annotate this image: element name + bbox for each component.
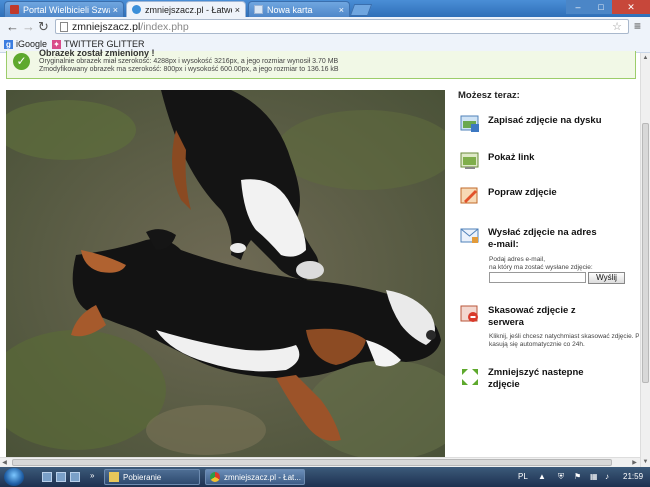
dogs-photo-image: [6, 90, 445, 457]
notice-modified-size: Zmodyfikowany obrazek ma szerokość: 800p…: [39, 66, 339, 73]
notice-original-size: Oryginalnie obrazek miał szerokość: 4288…: [39, 58, 339, 65]
save-photo-icon: [460, 115, 480, 133]
scroll-down-icon[interactable]: ▼: [641, 457, 650, 467]
tray-volume-icon[interactable]: ♪: [605, 472, 609, 481]
scroll-up-icon[interactable]: ▲: [641, 53, 650, 63]
horizontal-scroll-thumb[interactable]: [12, 459, 612, 466]
quicklaunch-desktop-icon[interactable]: [42, 472, 52, 482]
tab-title: Nowa karta: [267, 4, 313, 15]
fix-photo-action[interactable]: Popraw zdjęcie: [460, 187, 557, 205]
bookmark-star-icon[interactable]: ☆: [612, 20, 622, 33]
quicklaunch-more-icon[interactable]: »: [90, 471, 94, 480]
show-link-label[interactable]: Pokaż link: [488, 152, 534, 164]
tray-expand-icon[interactable]: ▲: [538, 472, 546, 481]
vertical-scrollbar[interactable]: ▲ ▼: [640, 53, 650, 467]
tray-flag-icon[interactable]: ⚑: [574, 472, 581, 481]
tab-close-icon[interactable]: ×: [113, 5, 118, 15]
vertical-scroll-thumb[interactable]: [642, 123, 649, 383]
save-photo-label[interactable]: Zapisać zdjęcie na dysku: [488, 115, 602, 127]
taskbar-chrome[interactable]: zmniejszacz.pl - Łat...: [205, 469, 305, 485]
start-button-icon[interactable]: [4, 468, 24, 486]
send-email-label-1[interactable]: Wysłać zdjęcie na adres: [488, 227, 597, 239]
quicklaunch-media-icon[interactable]: [70, 472, 80, 482]
notice-title: Obrazek został zmieniony !: [39, 48, 155, 58]
tray-security-icon[interactable]: ⛨: [558, 472, 564, 482]
page-icon: [60, 21, 68, 32]
taskbar-pobieranie[interactable]: Pobieranie: [104, 469, 200, 485]
quicklaunch-explorer-icon[interactable]: [56, 472, 66, 482]
tray-network-icon[interactable]: ▦: [590, 472, 598, 481]
chrome-icon: [210, 472, 220, 482]
reload-icon[interactable]: ↻: [38, 20, 49, 34]
send-email-action[interactable]: Wysłać zdjęcie na adres e-mail:: [460, 227, 597, 251]
task-label: Pobieranie: [123, 472, 162, 482]
delete-photo-label-1[interactable]: Skasować zdjęcie z: [488, 305, 576, 317]
fix-photo-icon: [460, 187, 480, 205]
windows-taskbar: » Pobieranie zmniejszacz.pl - Łat... PL …: [0, 467, 650, 487]
email-hint-2: na który ma zostać wysłane zdjęcie:: [489, 264, 593, 271]
delete-photo-label-2[interactable]: serwera: [488, 317, 576, 329]
tab-favicon-icon: [254, 5, 263, 14]
success-notice: ✓ Obrazek został zmieniony ! Oryginalnie…: [6, 48, 636, 79]
google-icon: g: [4, 39, 13, 49]
tab-nowa-karta[interactable]: Nowa karta ×: [248, 1, 350, 17]
tab-close-icon[interactable]: ×: [339, 5, 344, 15]
clock[interactable]: 21:59: [623, 472, 643, 481]
email-hint-1: Podaj adres e-mail,: [489, 256, 545, 263]
tab-portal-wielbicieli[interactable]: Portal Wielbicieli Szwajca ×: [4, 1, 124, 17]
panel-title: Możesz teraz:: [458, 90, 520, 101]
maximize-icon[interactable]: □: [590, 0, 612, 14]
email-address-input[interactable]: [489, 272, 586, 283]
url-path: /index.php: [140, 20, 189, 33]
fix-photo-label[interactable]: Popraw zdjęcie: [488, 187, 557, 199]
window-controls: – □ ✕: [566, 0, 650, 14]
browser-titlebar: Portal Wielbicieli Szwajca × zmniejszacz…: [0, 0, 650, 17]
task-label: zmniejszacz.pl - Łat...: [224, 472, 301, 482]
back-icon[interactable]: ←: [6, 20, 19, 34]
browser-toolbar: ← → ↻ zmniejszacz.pl/index.php ☆ ≡: [0, 17, 650, 38]
send-email-label-2[interactable]: e-mail:: [488, 239, 597, 251]
delete-photo-action[interactable]: Skasować zdjęcie z serwera: [460, 305, 576, 329]
close-window-icon[interactable]: ✕: [612, 0, 650, 14]
delete-hint-1: Kliknij, jeśli chcesz natychmiast skasow…: [489, 333, 639, 340]
horizontal-scrollbar[interactable]: ◀ ▶: [0, 457, 640, 467]
checkmark-icon: ✓: [13, 53, 30, 70]
send-email-icon: [460, 227, 480, 245]
show-link-icon: [460, 152, 480, 170]
send-email-button[interactable]: Wyślij: [588, 272, 625, 284]
tab-close-icon[interactable]: ×: [235, 5, 240, 15]
menu-icon[interactable]: ≡: [634, 19, 641, 33]
new-tab-button[interactable]: [349, 4, 373, 16]
address-bar[interactable]: zmniejszacz.pl/index.php ☆: [55, 19, 629, 34]
tab-title: Portal Wielbicieli Szwajca: [23, 4, 110, 15]
resized-photo: [6, 90, 445, 457]
tab-favicon-icon: [132, 5, 141, 14]
save-photo-action[interactable]: Zapisać zdjęcie na dysku: [460, 115, 602, 133]
forward-icon[interactable]: →: [22, 20, 35, 34]
delete-photo-icon: [460, 305, 480, 323]
url-host: zmniejszacz.pl: [72, 20, 141, 33]
resize-next-label-2[interactable]: zdjęcie: [488, 379, 584, 391]
tab-title: zmniejszacz.pl - Łatwe zm: [145, 4, 232, 15]
language-indicator[interactable]: PL: [518, 472, 528, 481]
resize-arrows-icon: [460, 367, 480, 385]
tab-favicon-icon: [10, 5, 19, 14]
show-link-action[interactable]: Pokaż link: [460, 152, 534, 170]
resize-next-label-1[interactable]: Zmniejszyć nastepne: [488, 367, 584, 379]
tab-zmniejszacz[interactable]: zmniejszacz.pl - Łatwe zm ×: [126, 1, 246, 17]
folder-icon: [109, 472, 119, 482]
resize-next-action[interactable]: Zmniejszyć nastepne zdjęcie: [460, 367, 584, 391]
delete-hint-2: kasują się automatycznie co 24h.: [489, 341, 585, 348]
minimize-icon[interactable]: –: [566, 0, 590, 14]
